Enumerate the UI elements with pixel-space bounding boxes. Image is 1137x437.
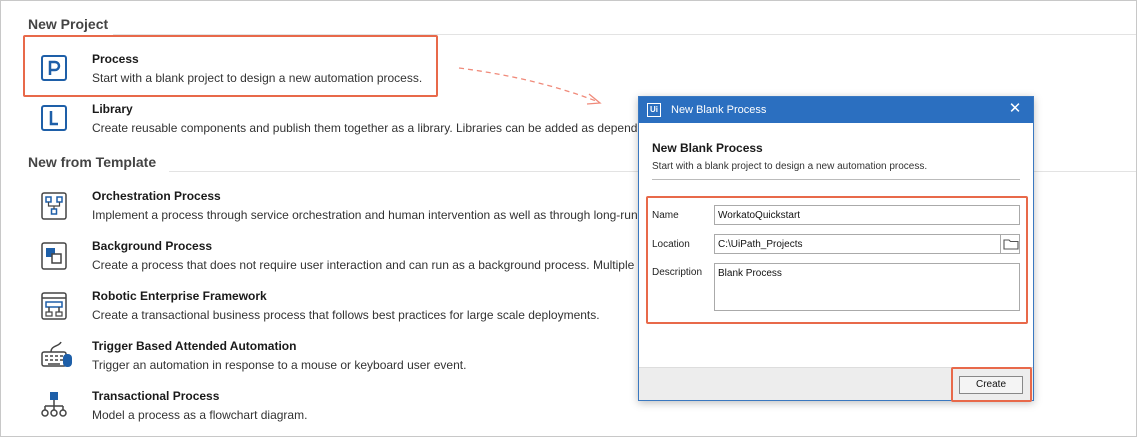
item-title: Transactional Process <box>92 389 220 403</box>
item-description: Create reusable components and publish t… <box>92 121 651 135</box>
orchestration-icon <box>41 192 67 220</box>
keyboard-mouse-icon <box>41 341 72 367</box>
dialog-subtitle: Start with a blank project to design a n… <box>652 161 928 172</box>
close-icon[interactable]: ✕ <box>1007 101 1023 117</box>
background-process-icon <box>41 242 67 270</box>
start-screen: New Project Process Start with a blank p… <box>0 0 1137 437</box>
dialog-titlebar: Ui New Blank Process ✕ <box>639 97 1033 123</box>
item-description: Implement a process through service orch… <box>92 208 638 222</box>
item-title: Trigger Based Attended Automation <box>92 339 297 353</box>
item-description: Create a process that does not require u… <box>92 258 651 272</box>
item-title: Orchestration Process <box>92 189 221 203</box>
dialog-title: New Blank Process <box>671 104 767 116</box>
dialog-divider <box>652 179 1020 180</box>
library-icon <box>41 105 67 131</box>
item-title: Background Process <box>92 239 213 253</box>
new-from-template-heading: New from Template <box>28 154 157 170</box>
flowchart-icon <box>41 392 67 417</box>
item-description: Trigger an automation in response to a m… <box>92 358 467 372</box>
new-project-heading: New Project <box>28 16 109 32</box>
create-highlight-box <box>951 367 1032 402</box>
item-description: Create a transactional business process … <box>92 308 600 322</box>
item-title: Library <box>92 102 133 116</box>
framework-icon <box>41 292 67 320</box>
uipath-logo-icon: Ui <box>647 103 661 117</box>
item-description: Model a process as a flowchart diagram. <box>92 408 308 422</box>
process-highlight-box <box>23 35 438 97</box>
item-title: Robotic Enterprise Framework <box>92 289 267 303</box>
form-fields-highlight-box <box>646 196 1028 324</box>
dashed-arrow <box>458 67 602 105</box>
dialog-heading: New Blank Process <box>652 141 763 155</box>
